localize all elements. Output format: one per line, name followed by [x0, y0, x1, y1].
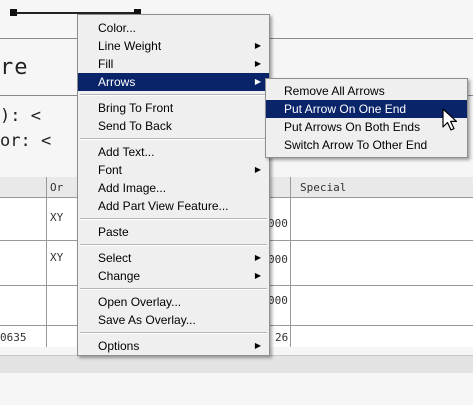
selection-handle-left[interactable] [10, 9, 17, 16]
table-cell: 000 [268, 253, 288, 266]
menu-item-color[interactable]: Color... [78, 19, 269, 37]
submenu-arrow-icon: ▶ [254, 253, 261, 262]
field-line-2: or: < [0, 131, 52, 151]
submenu-arrow-icon: ▶ [254, 41, 261, 50]
table-cell: 26 [275, 331, 289, 344]
column-header[interactable]: Or [50, 181, 63, 194]
menu-item-options[interactable]: Options ▶ [78, 337, 269, 355]
menu-separator [80, 332, 267, 334]
menu-item-add-part-view-feature[interactable]: Add Part View Feature... [78, 197, 269, 215]
submenu-arrow-icon: ▶ [254, 77, 261, 86]
table-cell: XY [50, 251, 64, 264]
submenu-arrow-icon: ▶ [254, 59, 261, 68]
menu-item-change[interactable]: Change ▶ [78, 267, 269, 285]
arrows-submenu: Remove All Arrows Put Arrow On One End P… [265, 78, 468, 158]
horizontal-scrollbar[interactable] [0, 355, 473, 373]
submenu-arrow-icon: ▶ [254, 341, 261, 350]
menu-item-line-weight[interactable]: Line Weight ▶ [78, 37, 269, 55]
menu-item-paste[interactable]: Paste [78, 223, 269, 241]
context-menu: Color... Line Weight ▶ Fill ▶ Arrows ▶ Brin… [77, 14, 270, 356]
submenu-item-switch-arrow-to-other-end[interactable]: Switch Arrow To Other End [266, 136, 467, 154]
menu-separator [80, 94, 267, 96]
table-cell: 0635 [0, 331, 27, 344]
table-cell: 000 [268, 217, 288, 230]
column-header[interactable]: Special [300, 181, 346, 194]
menu-separator [80, 138, 267, 140]
submenu-item-put-arrow-on-one-end[interactable]: Put Arrow On One End [266, 100, 467, 118]
menu-item-arrows[interactable]: Arrows ▶ [78, 73, 269, 91]
menu-separator [80, 244, 267, 246]
menu-item-open-overlay[interactable]: Open Overlay... [78, 293, 269, 311]
menu-separator [80, 218, 267, 220]
menu-item-save-as-overlay[interactable]: Save As Overlay... [78, 311, 269, 329]
heading-text: re [0, 55, 29, 80]
field-line-1: ): < [0, 106, 41, 126]
menu-item-select[interactable]: Select ▶ [78, 249, 269, 267]
submenu-item-put-arrows-on-both-ends[interactable]: Put Arrows On Both Ends [266, 118, 467, 136]
menu-item-fill[interactable]: Fill ▶ [78, 55, 269, 73]
mouse-pointer-icon [442, 108, 458, 131]
menu-item-add-text[interactable]: Add Text... [78, 143, 269, 161]
submenu-arrow-icon: ▶ [254, 165, 261, 174]
menu-item-font[interactable]: Font ▶ [78, 161, 269, 179]
menu-item-add-image[interactable]: Add Image... [78, 179, 269, 197]
table-cell: XY [50, 211, 64, 224]
table-cell: 000 [268, 294, 288, 307]
submenu-arrow-icon: ▶ [254, 271, 261, 280]
menu-item-bring-to-front[interactable]: Bring To Front [78, 99, 269, 117]
menu-separator [80, 288, 267, 290]
submenu-item-remove-all-arrows[interactable]: Remove All Arrows [266, 82, 467, 100]
menu-item-send-to-back[interactable]: Send To Back [78, 117, 269, 135]
